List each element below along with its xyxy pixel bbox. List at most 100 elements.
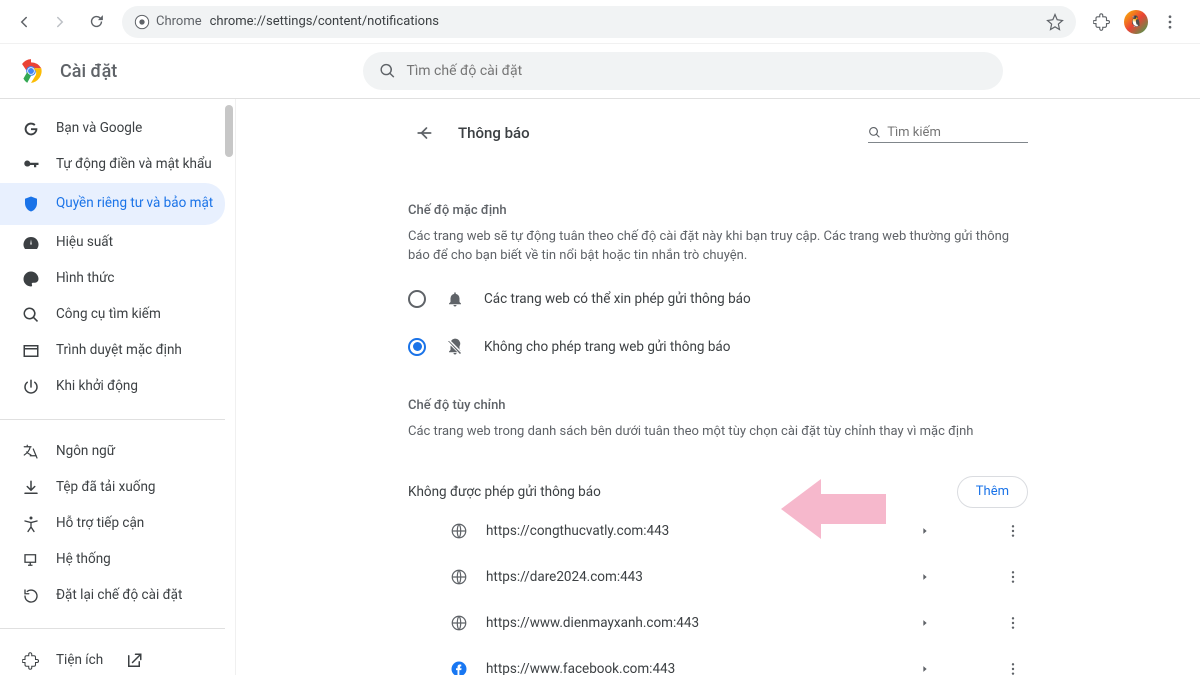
forward-button[interactable]: [44, 6, 76, 38]
site-url: https://congthucvatly.com:443: [486, 523, 892, 539]
sidebar-scrollbar[interactable]: [225, 105, 233, 157]
globe-icon: [450, 614, 468, 632]
power-icon: [22, 378, 40, 396]
settings-search[interactable]: [363, 52, 1003, 90]
radio-block-notifications[interactable]: Không cho phép trang web gửi thông báo: [408, 338, 1028, 356]
sidebar: Bạn và Google Tự động điền và mật khẩu Q…: [0, 99, 225, 675]
site-menu-button[interactable]: [998, 654, 1028, 675]
section-custom-title: Chế độ tùy chỉnh: [408, 398, 1028, 413]
sidebar-item-extensions[interactable]: Tiện ích: [0, 643, 225, 675]
radio-checked-icon: [408, 338, 426, 356]
section-default-desc: Các trang web sẽ tự động tuân theo chế đ…: [408, 228, 1028, 266]
sidebar-item-default-browser[interactable]: Trình duyệt mặc định: [0, 333, 225, 369]
sidebar-item-search-engine[interactable]: Công cụ tìm kiếm: [0, 297, 225, 333]
key-icon: [22, 156, 40, 174]
settings-search-input[interactable]: [406, 63, 987, 79]
site-details-button[interactable]: [910, 562, 940, 592]
sidebar-item-autofill[interactable]: Tự động điền và mật khẩu: [0, 147, 225, 183]
sidebar-item-label: Hỗ trợ tiếp cận: [56, 516, 144, 532]
system-icon: [22, 551, 40, 569]
radio-block-label: Không cho phép trang web gửi thông báo: [484, 339, 730, 355]
sidebar-item-label: Hình thức: [56, 271, 114, 287]
sidebar-item-label: Hệ thống: [56, 552, 111, 568]
extensions-icon[interactable]: [1086, 6, 1118, 38]
panel-title: Thông báo: [458, 124, 530, 142]
app-title: Cài đặt: [60, 61, 117, 82]
sidebar-item-label: Quyền riêng tư và bảo mật: [56, 196, 213, 212]
radio-allow-notifications[interactable]: Các trang web có thể xin phép gửi thông …: [408, 290, 1028, 308]
site-details-button[interactable]: [910, 516, 940, 546]
app-header: Cài đặt: [0, 44, 1200, 99]
main-panel: Thông báo Chế độ mặc định Các trang web …: [235, 99, 1200, 675]
sidebar-item-label: Đặt lại chế độ cài đặt: [56, 588, 182, 604]
translate-icon: [22, 443, 40, 461]
site-details-button[interactable]: [910, 654, 940, 675]
site-url: https://www.facebook.com:443: [486, 661, 892, 675]
profile-avatar[interactable]: 🐧: [1124, 10, 1148, 34]
site-url: https://dare2024.com:443: [486, 569, 892, 585]
site-menu-button[interactable]: [998, 516, 1028, 546]
paint-icon: [22, 270, 40, 288]
site-menu-button[interactable]: [998, 562, 1028, 592]
sidebar-item-performance[interactable]: Hiệu suất: [0, 225, 225, 261]
blocked-site-row: https://www.dienmayxanh.com:443: [408, 600, 1028, 646]
site-details-button[interactable]: [910, 608, 940, 638]
omnibox[interactable]: Chrome chrome://settings/content/notific…: [122, 6, 1076, 38]
bell-off-icon: [446, 338, 464, 356]
blocked-site-row: https://dare2024.com:443: [408, 554, 1028, 600]
accessibility-icon: [22, 515, 40, 533]
sidebar-item-reset-settings[interactable]: Đặt lại chế độ cài đặt: [0, 578, 225, 614]
browser-toolbar: Chrome chrome://settings/content/notific…: [0, 0, 1200, 44]
blocked-site-row: https://www.facebook.com:443: [408, 646, 1028, 675]
extension-icon: [22, 652, 40, 670]
google-g-icon: [22, 120, 40, 138]
sidebar-item-you-and-google[interactable]: Bạn và Google: [0, 111, 225, 147]
sidebar-item-label: Hiệu suất: [56, 235, 113, 251]
chrome-icon: [134, 14, 150, 30]
browser-menu-icon[interactable]: [1154, 6, 1186, 38]
reload-button[interactable]: [80, 6, 112, 38]
sidebar-divider: [0, 419, 225, 420]
sidebar-item-label: Tự động điền và mật khẩu: [56, 157, 212, 173]
panel-back-button[interactable]: [408, 117, 440, 149]
sidebar-item-label: Trình duyệt mặc định: [56, 343, 182, 359]
external-link-icon: [125, 652, 143, 670]
sidebar-item-appearance[interactable]: Hình thức: [0, 261, 225, 297]
chrome-logo-icon: [18, 58, 44, 84]
sidebar-item-downloads[interactable]: Tệp đã tải xuống: [0, 470, 225, 506]
radio-unchecked-icon: [408, 290, 426, 308]
panel-search[interactable]: [868, 123, 1028, 143]
sidebar-item-accessibility[interactable]: Hỗ trợ tiếp cận: [0, 506, 225, 542]
add-site-button[interactable]: Thêm: [957, 476, 1028, 508]
section-custom-desc: Các trang web trong danh sách bên dưới t…: [408, 423, 1028, 442]
sidebar-item-languages[interactable]: Ngôn ngữ: [0, 434, 225, 470]
sidebar-item-label: Tệp đã tải xuống: [56, 480, 156, 496]
sidebar-item-label: Bạn và Google: [56, 121, 142, 137]
search-icon: [868, 125, 881, 140]
facebook-icon: [450, 660, 468, 675]
sidebar-item-label: Tiện ích: [56, 653, 103, 669]
back-button[interactable]: [8, 6, 40, 38]
sidebar-item-label: Công cụ tìm kiếm: [56, 307, 161, 323]
panel-search-input[interactable]: [887, 125, 1028, 140]
blocked-site-row: https://congthucvatly.com:443: [408, 508, 1028, 554]
sidebar-item-system[interactable]: Hệ thống: [0, 542, 225, 578]
bookmark-star-icon[interactable]: [1046, 13, 1064, 31]
search-icon: [22, 306, 40, 324]
globe-icon: [450, 522, 468, 540]
sidebar-divider: [0, 628, 225, 629]
sidebar-item-label: Ngôn ngữ: [56, 444, 115, 460]
bell-icon: [446, 290, 464, 308]
sidebar-item-label: Khi khởi động: [56, 379, 138, 395]
search-icon: [379, 62, 396, 80]
add-button-label: Thêm: [976, 484, 1009, 499]
omnibox-url: chrome://settings/content/notifications: [210, 14, 439, 29]
sidebar-item-privacy-security[interactable]: Quyền riêng tư và bảo mật: [0, 183, 225, 225]
reset-icon: [22, 587, 40, 605]
download-icon: [22, 479, 40, 497]
sidebar-item-on-startup[interactable]: Khi khởi động: [0, 369, 225, 405]
site-url: https://www.dienmayxanh.com:443: [486, 615, 892, 631]
site-info-chip[interactable]: Chrome: [134, 14, 202, 30]
blocked-sites-heading: Không được phép gửi thông báo: [408, 484, 601, 500]
site-menu-button[interactable]: [998, 608, 1028, 638]
